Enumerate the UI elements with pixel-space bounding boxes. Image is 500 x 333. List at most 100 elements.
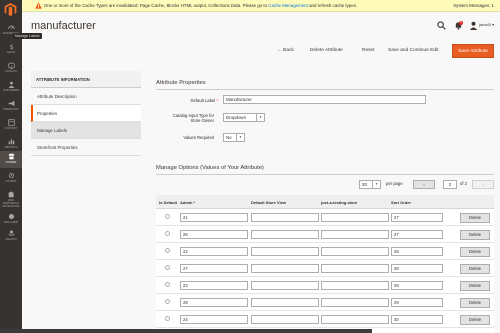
tab-attribute-description[interactable]: Attribute Description [31,88,141,105]
reset-button[interactable]: Reset [359,44,378,58]
testing-store-input[interactable] [321,213,389,222]
table-row: 21 27 Delete [156,209,494,226]
delete-row-button[interactable]: Delete [460,213,490,223]
notification-count: 1 [459,21,463,25]
table-row: 23 29 Delete [156,277,494,294]
sidebar-item-amazon[interactable]: AMAZON [0,228,22,245]
sort-order-input[interactable]: 27 [391,213,443,222]
tab-manage-labels[interactable]: Manage Labels [31,122,141,139]
sort-order-input[interactable]: 28 [391,264,443,273]
is-default-radio[interactable] [165,282,170,287]
catalog-input-type-select[interactable]: Dropdown ▾ [223,113,265,122]
tab-properties[interactable]: Properties [31,105,141,122]
per-page-value: 20 [362,182,367,187]
sort-order-input[interactable]: 28 [391,247,443,256]
default-store-view-input[interactable] [251,230,319,239]
chevron-down-icon: ▾ [372,181,380,188]
is-default-radio[interactable] [165,214,170,219]
testing-store-input[interactable] [321,281,389,290]
sidebar-item-sales[interactable]: $ SALES [0,41,22,58]
sidebar-item-customers[interactable]: CUSTOMERS [0,79,22,96]
sidebar-item-stores[interactable]: STORES [0,151,22,168]
admin-value-input[interactable]: 28 [180,298,248,307]
cache-management-link[interactable]: Cache Management [268,3,308,8]
sidebar-item-system[interactable]: SYSTEM [0,170,22,187]
default-store-view-input[interactable] [251,247,319,256]
sidebar-item-marketing[interactable]: MARKETING [0,98,22,115]
sidebar-item-label: FIND PARTNERS & EXTENSIONS [2,199,20,208]
attribute-properties-title: Attribute Properties [156,80,206,86]
per-page-select[interactable]: 20 ▾ [359,180,381,189]
testing-store-input[interactable] [321,230,389,239]
admin-value-input[interactable]: 21 [180,213,248,222]
admin-value-input[interactable]: 27 [180,264,248,273]
admin-value-input[interactable]: 26 [180,230,248,239]
options-table: Is Default Admin * Default Store View ju… [156,195,494,333]
is-default-radio[interactable] [165,231,170,236]
default-label-input[interactable]: Manufacturer [223,95,426,104]
magento-logo-icon[interactable] [4,3,17,16]
chevron-down-icon: ▾ [236,134,244,141]
delete-row-button[interactable]: Delete [460,247,490,257]
next-page-button[interactable]: › [472,180,494,189]
delete-row-button[interactable]: Delete [460,264,490,274]
user-menu[interactable]: jabari3 ▾ [479,22,494,27]
sort-order-input[interactable]: 30 [391,315,443,324]
per-page-label: per page [386,181,403,186]
sidebar-item-catalog[interactable]: CATALOG [0,60,22,77]
sidebar-item-find-partners[interactable]: FIND PARTNERS & EXTENSIONS [0,189,22,211]
default-store-view-input[interactable] [251,298,319,307]
save-and-continue-button[interactable]: Save and Continue Edit [385,44,441,58]
sidebar-item-mailchimp[interactable]: MAILCHIMP [0,211,22,228]
is-default-radio[interactable] [165,265,170,270]
previous-page-button[interactable]: ‹ [413,180,435,189]
page-number-input[interactable]: 2 [443,180,457,189]
admin-value-input[interactable]: 23 [180,281,248,290]
amazon-icon [7,230,15,236]
sidebar-item-label: SALES [6,51,16,54]
admin-value-input[interactable]: 22 [180,247,248,256]
divider [156,89,494,90]
divider [156,174,494,175]
sidebar-item-label: STORES [5,161,17,164]
table-row: 28 29 Delete [156,294,494,311]
values-required-select[interactable]: No ▾ [223,133,245,142]
testing-store-input[interactable] [321,247,389,256]
table-header: Is Default Admin * Default Store View ju… [156,195,494,209]
default-label-label-text: Default Label [190,98,216,103]
default-store-view-input[interactable] [251,315,319,324]
delete-row-button[interactable]: Delete [460,315,490,325]
search-icon[interactable] [437,21,446,30]
default-store-view-input[interactable] [251,281,319,290]
sidebar-item-content[interactable]: CONTENT [0,117,22,134]
system-messages-link[interactable]: System Messages: 1 [453,3,494,8]
is-default-radio[interactable] [165,248,170,253]
delete-row-button[interactable]: Delete [460,281,490,291]
sort-order-input[interactable]: 29 [391,281,443,290]
sort-order-input[interactable]: 27 [391,230,443,239]
sort-order-input[interactable]: 29 [391,298,443,307]
admin-sidebar: DASHBOARD $ SALES CATALOG CUSTOMERS MARK… [0,0,22,333]
delete-row-button[interactable]: Delete [460,230,490,240]
table-row: 26 27 Delete [156,226,494,243]
delete-attribute-button[interactable]: Delete Attribute [307,44,346,58]
tab-storefront-properties[interactable]: Storefront Properties [31,139,141,156]
user-icon[interactable] [469,21,478,30]
testing-store-input[interactable] [321,315,389,324]
mailchimp-icon [8,213,14,220]
required-marker: * [216,98,218,103]
back-button[interactable]: ← Back [274,44,297,58]
chevron-left-icon: ‹ [423,182,425,187]
testing-store-input[interactable] [321,298,389,307]
is-default-radio[interactable] [165,316,170,321]
default-store-view-input[interactable] [251,264,319,273]
default-store-view-input[interactable] [251,213,319,222]
chevron-right-icon: › [482,182,484,187]
chevron-down-icon: ▾ [256,114,264,121]
is-default-radio[interactable] [165,299,170,304]
delete-row-button[interactable]: Delete [460,298,490,308]
column-is-default: Is Default [159,200,178,205]
testing-store-input[interactable] [321,264,389,273]
admin-value-input[interactable]: 24 [180,315,248,324]
save-attribute-button[interactable]: Save Attribute [452,44,494,58]
